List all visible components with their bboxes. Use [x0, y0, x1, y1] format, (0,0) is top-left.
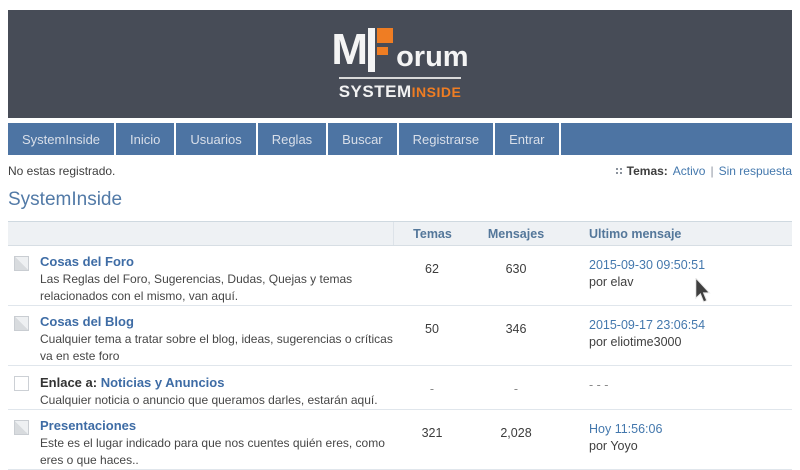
forum-link-prefix: Enlace a: [40, 375, 101, 390]
topics-grid-icon [615, 168, 622, 174]
topic-count: 62 [425, 262, 439, 276]
last-post-link[interactable]: 2015-09-17 23:06:54 [589, 318, 705, 332]
forum-banner: M orum SYSTEM INSIDE [8, 10, 792, 118]
forum-table-header: Temas Mensajes Ultimo mensaje [8, 221, 792, 246]
message-count: 2,028 [500, 426, 532, 440]
header-ultimo-mensaje: Ultimo mensaje [589, 226, 682, 241]
mforum-logo: M orum [331, 25, 469, 74]
last-post-link[interactable]: Hoy 11:56:06 [589, 422, 662, 436]
topics-active-link[interactable]: Activo [673, 164, 706, 178]
nav-tab-inicio[interactable]: Inicio [116, 123, 175, 155]
forum-link[interactable]: Noticias y Anuncios [101, 375, 225, 390]
topics-separator: | [710, 164, 714, 178]
last-post-author: por elav [589, 275, 634, 289]
logo-divider [339, 77, 461, 79]
forum-link[interactable]: Cosas del Foro [40, 254, 134, 269]
forum-description: Las Reglas del Foro, Sugerencias, Dudas,… [40, 272, 353, 303]
forum-description: Cualquier noticia o anuncio que queramos… [40, 393, 378, 407]
logo-system: SYSTEM [338, 82, 412, 101]
forum-link[interactable]: Cosas del Blog [40, 314, 134, 329]
nav-tab-systeminside[interactable]: SystemInside [8, 123, 115, 155]
message-count: 346 [505, 322, 527, 336]
message-count: 630 [505, 262, 527, 276]
topics-label: Temas: [626, 164, 668, 178]
logo-letter-m: M [331, 25, 368, 74]
topic-count: - [429, 382, 435, 396]
nav-tab-entrar[interactable]: Entrar [495, 123, 559, 155]
topic-count: 321 [421, 426, 443, 440]
last-post-placeholder: - - - [589, 378, 609, 392]
login-status-text: No estas registrado. [8, 164, 116, 178]
nav-tab-usuarios[interactable]: Usuarios [176, 123, 256, 155]
page-title: SystemInside [8, 189, 123, 210]
nav-tab-reglas[interactable]: Reglas [257, 123, 327, 155]
new-posts-icon [14, 316, 29, 331]
new-posts-icon [14, 256, 29, 271]
topics-unanswered-link[interactable]: Sin respuesta [719, 164, 792, 178]
logo-letter-f-icon [368, 28, 394, 72]
last-post-link[interactable]: 2015-09-30 09:50:51 [589, 258, 705, 272]
nav-tab-buscar[interactable]: Buscar [328, 123, 397, 155]
forum-row-cosas-del-foro: Cosas del Foro Las Reglas del Foro, Suge… [8, 246, 792, 306]
forum-row-noticias-y-anuncios: Enlace a: Noticias y Anuncios Cualquier … [8, 366, 792, 410]
header-temas: Temas [393, 222, 471, 245]
message-count: - [513, 382, 519, 396]
logo-orum: orum [396, 41, 469, 73]
last-post-author: por Yoyo [589, 439, 638, 453]
forum-link[interactable]: Presentaciones [40, 418, 136, 433]
forum-row-cosas-del-blog: Cosas del Blog Cualquier tema a tratar s… [8, 306, 792, 366]
forum-description: Cualquier tema a tratar sobre el blog, i… [40, 332, 393, 363]
nav-filler [560, 123, 792, 155]
forum-description: Este es el lugar indicado para que nos c… [40, 436, 385, 467]
last-post-author: por eliotime3000 [589, 335, 682, 349]
main-nav: SystemInside Inicio Usuarios Reglas Busc… [8, 123, 792, 155]
forum-row-presentaciones: Presentaciones Este es el lugar indicado… [8, 410, 792, 470]
new-posts-icon [14, 420, 29, 435]
topic-count: 50 [425, 322, 439, 336]
nav-tab-registrarse[interactable]: Registrarse [398, 123, 494, 155]
header-mensajes: Mensajes [487, 226, 545, 241]
external-link-icon [14, 376, 29, 391]
logo-inside: INSIDE [411, 84, 462, 100]
